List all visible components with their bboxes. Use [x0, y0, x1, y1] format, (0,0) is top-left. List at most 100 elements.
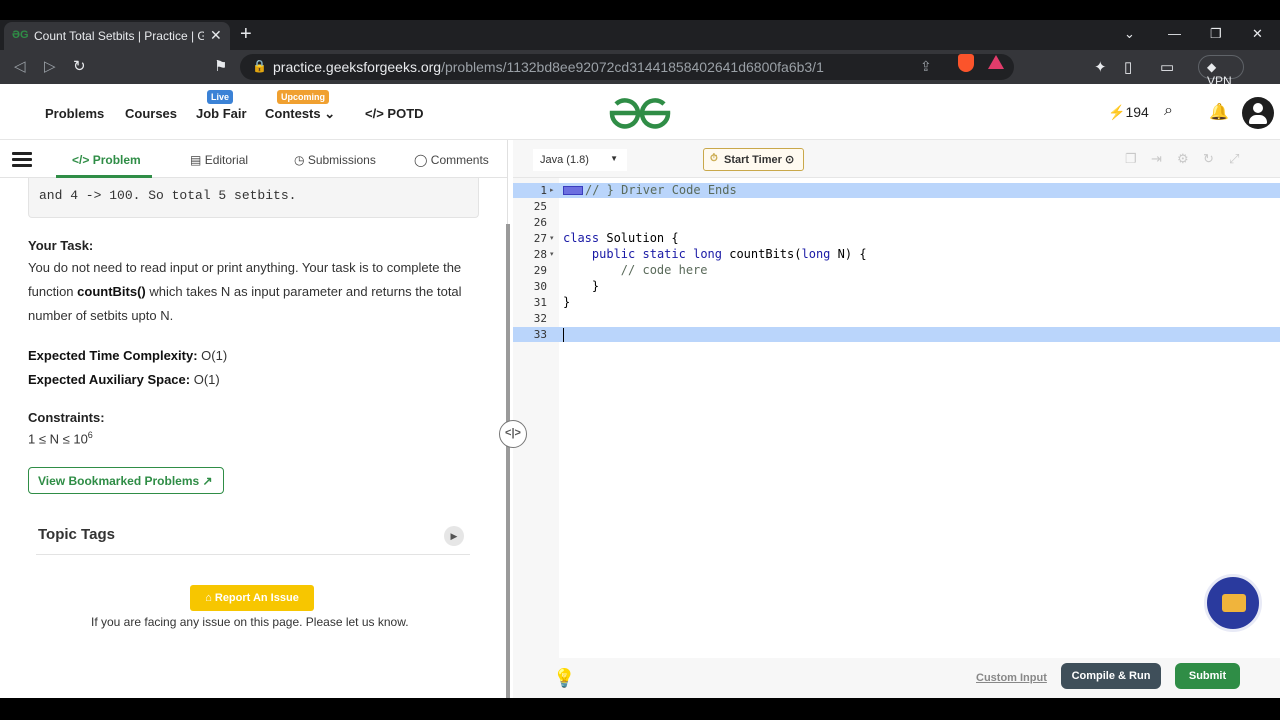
- problem-tabs: </> Problem ▤ Editorial ◷ Submissions ◯ …: [0, 140, 507, 178]
- panel-scrollbar[interactable]: [506, 224, 510, 698]
- avatar[interactable]: [1242, 97, 1274, 129]
- tab-problem[interactable]: </> Problem: [72, 153, 141, 167]
- back-icon[interactable]: ◁: [14, 57, 26, 75]
- browser-toolbar: ◁ ▷ ↻ ⚑ 🔒 practice.geeksforgeeks.org/pro…: [0, 50, 1280, 88]
- tab-comments[interactable]: ◯ Comments: [414, 153, 489, 167]
- constraints-text: 1 ≤ N ≤ 106: [28, 430, 93, 447]
- line-number: 30: [533, 280, 547, 293]
- reload-icon[interactable]: ↻: [73, 57, 86, 75]
- bell-icon[interactable]: 🔔: [1209, 102, 1229, 122]
- fold-toggle-icon[interactable]: ▾: [550, 250, 554, 258]
- forward-icon[interactable]: ▷: [44, 57, 56, 75]
- share-icon[interactable]: ⇪: [920, 58, 932, 75]
- copy-icon[interactable]: ❐: [1125, 151, 1137, 167]
- sidebar-icon[interactable]: ▯: [1124, 58, 1132, 76]
- code-icon: </>: [72, 153, 90, 167]
- briefcase-icon[interactable]: [1204, 574, 1262, 632]
- code-line[interactable]: public static long countBits(long N) {: [563, 247, 867, 261]
- site-header: Problems Courses Live Job Fair Upcoming …: [0, 84, 1280, 140]
- home-icon: ⌂: [205, 592, 212, 604]
- panel-resize-handle[interactable]: <|>: [499, 420, 527, 448]
- constraints-title: Constraints:: [28, 410, 105, 425]
- language-select[interactable]: Java (1.8) ▼: [533, 149, 627, 171]
- custom-input-link[interactable]: Custom Input: [976, 672, 1047, 684]
- clock-icon: ◷: [294, 153, 305, 167]
- start-timer-button[interactable]: ⏱ Start Timer ⊙: [703, 148, 804, 171]
- tab-submissions[interactable]: ◷ Submissions: [294, 153, 376, 167]
- new-tab-icon[interactable]: +: [240, 24, 252, 44]
- code-editor-panel: Java (1.8) ▼ ⏱ Start Timer ⊙ ❐ ⇥ ⚙ ↻ ⤢ 💡 C…: [513, 140, 1280, 698]
- code-line[interactable]: class Solution {: [563, 231, 679, 245]
- fullscreen-icon[interactable]: ⤢: [1229, 151, 1239, 167]
- menu-icon[interactable]: [12, 152, 32, 168]
- line-number: 27: [533, 232, 547, 245]
- line-number: 25: [533, 200, 547, 213]
- extensions-icon[interactable]: ✦: [1094, 58, 1107, 76]
- minimize-icon[interactable]: —: [1168, 26, 1181, 41]
- submit-button[interactable]: Submit: [1175, 663, 1240, 689]
- timer-icon: ⏱: [710, 153, 718, 164]
- line-number: 1: [540, 184, 547, 197]
- lock-icon: 🔒: [252, 59, 267, 73]
- document-icon: ▤: [190, 153, 202, 167]
- lightning-icon: ⚡: [1108, 104, 1126, 120]
- window-close-icon[interactable]: ✕: [1252, 26, 1263, 42]
- your-task-text: You do not need to read input or print a…: [28, 260, 462, 323]
- report-issue-button[interactable]: ⌂ Report An Issue: [190, 585, 314, 611]
- nav-potd[interactable]: </> POTD: [365, 106, 424, 121]
- code-line[interactable]: }: [563, 295, 570, 309]
- time-complexity: Expected Time Complexity: O(1): [28, 348, 228, 363]
- tab-editorial[interactable]: ▤ Editorial: [190, 153, 248, 167]
- editor-footer: 💡 Custom Input Compile & Run Submit: [513, 658, 1280, 698]
- editor-toolbar: Java (1.8) ▼ ⏱ Start Timer ⊙ ❐ ⇥ ⚙ ↻ ⤢: [513, 140, 1280, 178]
- wallet-icon[interactable]: ▭: [1160, 58, 1174, 76]
- upcoming-badge: Upcoming: [277, 90, 329, 104]
- url-text: practice.geeksforgeeks.org/problems/1132…: [273, 59, 824, 75]
- play-icon: ⊙: [784, 154, 795, 166]
- reset-icon[interactable]: ↻: [1203, 151, 1214, 167]
- external-link-icon: ↗: [202, 474, 213, 488]
- nav-courses[interactable]: Courses: [125, 106, 177, 121]
- your-task-title: Your Task:: [28, 238, 94, 253]
- nav-job-fair[interactable]: Job Fair: [196, 106, 247, 121]
- brave-rewards-icon[interactable]: [988, 55, 1004, 69]
- line-highlight: [513, 327, 1280, 342]
- fold-toggle-icon[interactable]: ▾: [550, 234, 554, 242]
- line-number: 31: [533, 296, 547, 309]
- page: Problems Courses Live Job Fair Upcoming …: [0, 84, 1280, 698]
- nav-contests[interactable]: Contests ⌄: [265, 106, 335, 122]
- brave-shields-icon[interactable]: [958, 54, 974, 72]
- line-number: 28: [533, 248, 547, 261]
- code-line[interactable]: }: [563, 279, 599, 293]
- chevron-down-icon: ⌄: [324, 106, 336, 121]
- settings-icon[interactable]: ⚙: [1177, 151, 1189, 167]
- view-bookmarked-button[interactable]: View Bookmarked Problems ↗: [28, 467, 224, 494]
- bookmark-icon[interactable]: ⚑: [214, 57, 227, 75]
- streak-count[interactable]: ⚡194: [1108, 104, 1149, 121]
- browser-tab[interactable]: ƏG Count Total Setbits | Practice | Ge ✕: [4, 22, 230, 50]
- vpn-button[interactable]: ◆ VPN: [1198, 55, 1244, 88]
- compile-run-button[interactable]: Compile & Run: [1061, 663, 1161, 689]
- code-line[interactable]: // code here: [563, 263, 708, 277]
- topic-tags-title[interactable]: Topic Tags: [38, 526, 115, 543]
- expand-icon[interactable]: ▶: [444, 526, 464, 546]
- address-bar[interactable]: 🔒 practice.geeksforgeeks.org/problems/11…: [240, 54, 1014, 80]
- folded-code-marker[interactable]: [563, 186, 583, 195]
- tab-close-icon[interactable]: ✕: [210, 27, 222, 44]
- search-icon[interactable]: ⌕: [1164, 102, 1173, 120]
- import-icon[interactable]: ⇥: [1151, 151, 1162, 167]
- caret-down-icon: ▼: [610, 154, 618, 163]
- code-line[interactable]: // } Driver Code Ends: [563, 183, 737, 197]
- nav-problems[interactable]: Problems: [45, 106, 104, 121]
- code-icon: </>: [365, 106, 384, 121]
- line-number: 26: [533, 216, 547, 229]
- example-text: and 4 -> 100. So total 5 setbits.: [39, 188, 297, 203]
- live-badge: Live: [207, 90, 234, 104]
- fold-toggle-icon[interactable]: ▸: [550, 186, 554, 194]
- tab-search-chevron-icon[interactable]: ⌄: [1124, 26, 1135, 42]
- gfg-logo: [609, 98, 671, 129]
- tab-title: Count Total Setbits | Practice | Ge: [34, 29, 204, 43]
- lightbulb-icon[interactable]: 💡: [553, 668, 575, 689]
- restore-icon[interactable]: ❐: [1210, 26, 1222, 42]
- gfg-favicon-icon: ƏG: [12, 29, 29, 41]
